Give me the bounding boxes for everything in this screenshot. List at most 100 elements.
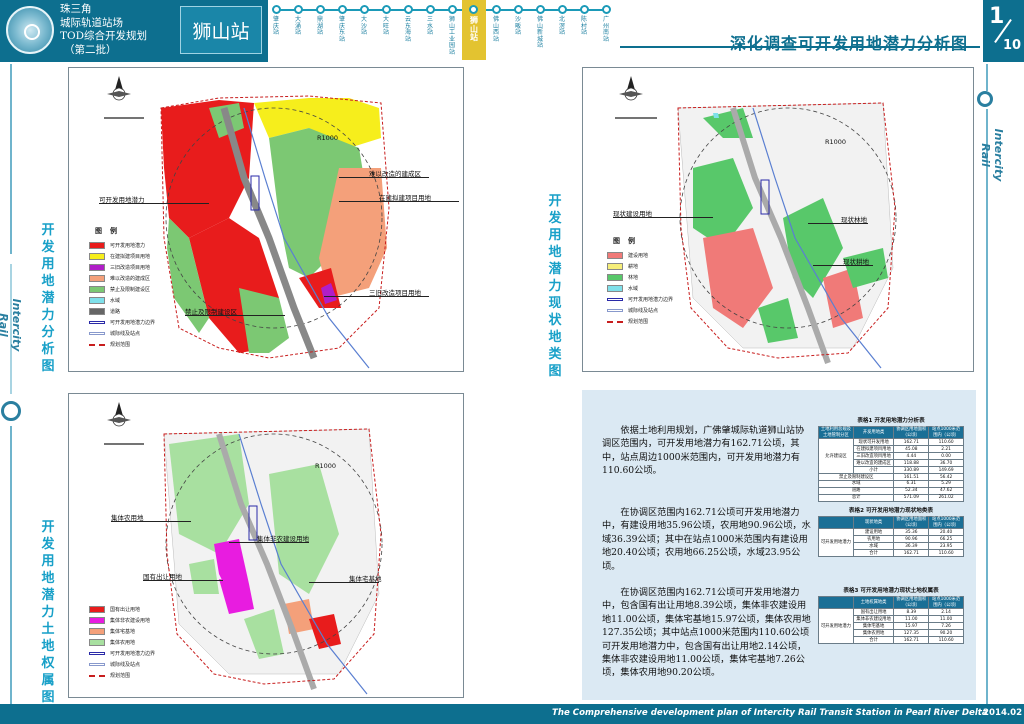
line-station[interactable]: 肇庆东站 <box>333 0 351 60</box>
north-arrow-icon <box>615 76 657 119</box>
line-station[interactable]: 狮山工业园站 <box>443 0 461 60</box>
legend-label: 林地 <box>628 275 639 281</box>
legend-label: 城际线及站点 <box>628 308 659 314</box>
table-cell: 集体非农建设用地 <box>852 615 895 624</box>
legend-item: 规划范围 <box>607 316 687 327</box>
table-cell: 161.51 <box>893 473 930 482</box>
line-station[interactable]: 肇庆站 <box>267 0 285 60</box>
legend-label: 建设用地 <box>628 253 649 259</box>
legend-swatch <box>89 264 105 271</box>
table-cell: 集体宅基地 <box>852 622 895 631</box>
table-cell: 7.26 <box>928 622 964 631</box>
station-name: 狮山站 <box>180 6 262 54</box>
station-label: 三水站 <box>426 16 433 37</box>
map-label-radius: R1000 <box>317 134 339 142</box>
rail-line <box>986 109 988 704</box>
table-header-cell: 站点1000米范围内（公顷） <box>928 425 964 440</box>
legend-item: 集体农用地 <box>89 637 169 648</box>
legend-swatch <box>607 320 623 323</box>
legend-item: 集体非农建设用地 <box>89 615 169 626</box>
station-dot-icon <box>316 5 325 14</box>
callout-line <box>111 521 191 522</box>
data-table: 现状地类 协调区用地面积（公顷） 站点1000米范围内（公顷） 可开发用地潜力 建设用地… <box>818 515 964 558</box>
table-cell: 2.21 <box>928 445 964 454</box>
table-cell: 集体农用地 <box>852 629 895 638</box>
table-cell: 162.71 <box>893 636 930 645</box>
legend-label: 耕地 <box>628 264 639 270</box>
table-cell: 149.69 <box>928 466 964 475</box>
line-station[interactable]: 鼎湖站 <box>311 0 329 60</box>
table-caption: 表格3 可开发用地潜力现状土地权属表 <box>843 588 939 594</box>
table-cell: 现状可开发用地 <box>852 438 895 447</box>
line-station[interactable]: 大沙站 <box>355 0 373 60</box>
table-cell: 36.39 <box>893 542 930 551</box>
page-header: 珠三角 城际轨道站场 TOD综合开发规划 （第二批） 狮山站 肇庆站 大涌站 鼎湖站… <box>0 0 1024 62</box>
table-cell: 571.09 <box>893 494 930 503</box>
table-cell: 45.08 <box>893 445 930 454</box>
line-station[interactable]: 三水站 <box>421 0 439 60</box>
table-cell: 110.60 <box>928 636 964 645</box>
legend-item: 城际线及站点 <box>89 659 169 670</box>
station-label: 大涌站 <box>294 16 301 37</box>
station-dot-icon <box>469 5 478 14</box>
line-station[interactable]: 大旺站 <box>377 0 395 60</box>
rail-line <box>986 64 988 91</box>
table-header-row: 土地权属地类 协调区用地面积（公顷） 站点1000米范围内（公顷） <box>818 595 964 610</box>
legend-label: 可开发用地潜力边界 <box>110 651 156 657</box>
north-arrow-icon <box>104 76 144 119</box>
table-header-cell <box>818 515 854 530</box>
table-cell: 0.00 <box>928 452 964 461</box>
line-station[interactable]: 云东海站 <box>399 0 417 60</box>
legend-swatch <box>89 321 105 324</box>
legend-swatch <box>607 263 623 270</box>
legend-label: 水域 <box>110 298 121 304</box>
legend-swatch <box>89 617 105 624</box>
line-station[interactable]: 北滘站 <box>553 0 571 60</box>
line-station[interactable]: 佛山新城站 <box>531 0 549 60</box>
brand-title: 珠三角 城际轨道站场 TOD综合开发规划 （第二批） <box>60 3 178 57</box>
line-station[interactable]: 陈村站 <box>575 0 593 60</box>
line-station[interactable]: 佛山西站 <box>487 0 505 60</box>
table-header-cell: 站点1000米范围内（公顷） <box>928 595 964 610</box>
line-station[interactable]: 大涌站 <box>289 0 307 60</box>
table-header-cell: 协调区用地面积（公顷） <box>893 515 930 530</box>
callout-line <box>324 296 429 297</box>
line-station[interactable]: 狮山站 <box>462 0 486 60</box>
footer-project-title: The Comprehensive development plan of In… <box>552 708 988 718</box>
table-cell: 90.20 <box>928 629 964 638</box>
line-station[interactable]: 沙畈站 <box>509 0 527 60</box>
rail-line <box>10 64 12 254</box>
rail-station-icon <box>1 401 21 421</box>
map-potential[interactable]: R1000 可开发用地潜力 难以改造的建成区 在建拟建项目用地 三旧改造项目用地… <box>68 67 464 372</box>
station-label: 鼎湖站 <box>316 16 323 37</box>
legend-label: 集体宅基地 <box>110 629 136 635</box>
legend-swatch <box>89 297 105 304</box>
table-cell: 农用地 <box>852 535 895 544</box>
legend-label: 可开发用地潜力边界 <box>110 320 156 326</box>
page-number: 1 10 <box>983 0 1024 62</box>
legend-swatch <box>89 343 105 346</box>
table-row: 总计 571.09 261.02 <box>817 494 964 503</box>
map-ownership[interactable]: R1000 集体农用地 集体非农建设用地 国有出让用地 集体宅基地 国有出让用地… <box>68 393 464 698</box>
legend-swatch <box>89 308 105 315</box>
legend-swatch <box>89 652 105 655</box>
legend-item: 难以改造的建成区 <box>89 273 169 284</box>
table-group-cell: 可开发用地潜力 <box>818 608 854 645</box>
table-cell: 47.62 <box>928 487 964 496</box>
map-current-landuse[interactable]: R1000 现状建设用地 现状林地 现状耕地 图例 建设用地 耕地 林地 水域 可开发用… <box>582 67 974 372</box>
right-rail: Intercity Rail <box>976 64 1005 704</box>
legend-item: 集体宅基地 <box>89 626 169 637</box>
legend-item: 水域 <box>89 295 169 306</box>
line-station[interactable]: 广州南站 <box>597 0 615 60</box>
legend-label: 水域 <box>628 286 639 292</box>
station-label: 云东海站 <box>404 16 411 43</box>
station-dot-icon <box>404 5 413 14</box>
station-dot-icon <box>272 5 281 14</box>
brand-line: 珠三角 <box>60 3 92 15</box>
legend-label: 规划范围 <box>110 673 131 679</box>
table-cell: 110.60 <box>928 549 964 558</box>
table-row: 可开发用地潜力 建设用地 35.36 20.40 <box>818 528 964 558</box>
table-cell: 难以改造的建成区 <box>852 459 895 468</box>
table-cell: 66.25 <box>928 535 964 544</box>
legend-item: 可开发用地潜力 <box>89 240 169 251</box>
